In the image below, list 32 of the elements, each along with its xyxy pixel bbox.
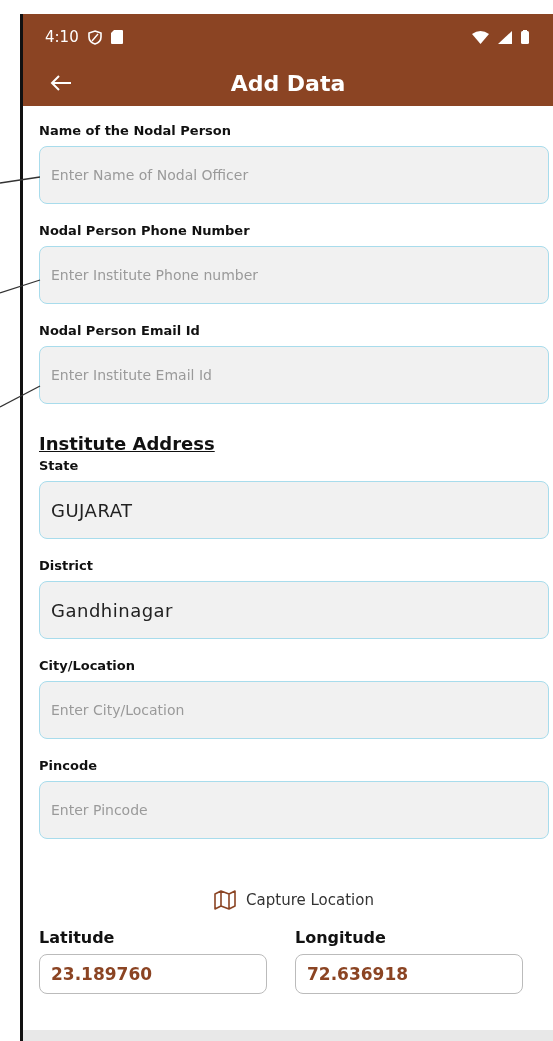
battery-icon [521,30,529,44]
input-field[interactable]: GUJARAT [39,481,549,539]
input-field[interactable]: Enter Pincode [39,781,549,839]
field-label: Latitude [39,928,116,947]
capture-location-button[interactable]: Capture Location [208,884,380,916]
section-heading: Institute Address [39,433,215,454]
leader-line [0,279,41,294]
input-field[interactable]: Enter Name of Nodal Officer [39,146,549,204]
field-label: City/Location [39,658,136,673]
map-icon [214,890,237,910]
input-field[interactable]: Enter Institute Email Id [39,346,549,404]
input-field[interactable]: Enter City/Location [39,681,549,739]
field-label: Nodal Person Phone Number [39,223,251,238]
leader-line [0,176,41,184]
field-label: Name of the Nodal Person [39,123,233,138]
field-label: District [39,558,94,573]
status-time: 4:10 [45,28,79,46]
leader-line [0,385,41,408]
signal-icon [498,30,512,44]
input-field[interactable]: Gandhinagar [39,581,549,639]
wifi-icon [472,30,489,44]
field-label: Longitude [295,928,387,947]
field-label: State [39,458,80,473]
back-arrow-icon[interactable] [50,74,72,92]
shield-icon [87,29,102,45]
field-label: Pincode [39,758,98,773]
sd-card-icon [110,30,123,44]
input-field[interactable]: 72.636918 [295,954,523,994]
input-field[interactable]: Enter Institute Phone number [39,246,549,304]
screen-title: Add Data [230,70,346,96]
input-field[interactable]: 23.189760 [39,954,267,994]
field-label: Nodal Person Email Id [39,323,201,338]
